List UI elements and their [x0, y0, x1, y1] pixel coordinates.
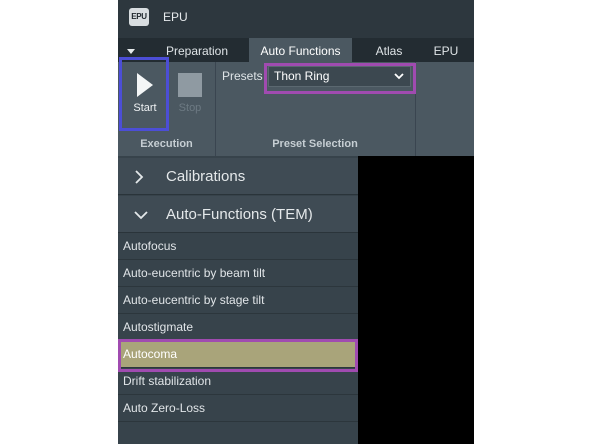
section-auto-functions-tem[interactable]: Auto-Functions (TEM) — [118, 196, 358, 233]
section-calibrations[interactable]: Calibrations — [118, 158, 358, 195]
tab-menu-dropdown-icon[interactable] — [124, 44, 138, 58]
list-item-autofocus[interactable]: Autofocus — [118, 233, 358, 260]
list-item-label: Auto Zero-Loss — [123, 401, 206, 415]
autocoma-highlight — [118, 339, 358, 372]
execution-group-label: Execution — [140, 138, 193, 150]
epu-logo-icon: EPU — [129, 8, 149, 26]
list-item-auto-eucentric-stage-tilt[interactable]: Auto-eucentric by stage tilt — [118, 287, 358, 314]
list-item-label: Auto-eucentric by stage tilt — [123, 293, 265, 307]
list-item-auto-zero-loss[interactable]: Auto Zero-Loss — [118, 395, 358, 422]
title-bar: EPU EPU — [118, 0, 474, 38]
section-label: Auto-Functions (TEM) — [166, 206, 313, 223]
presets-dropdown-highlight — [264, 63, 416, 94]
stop-label: Stop — [178, 102, 202, 114]
sidebar: Calibrations Auto-Functions (TEM) Autofo… — [118, 156, 358, 444]
tab-auto-functions[interactable]: Auto Functions — [249, 38, 352, 62]
list-item-drift-stabilization[interactable]: Drift stabilization — [118, 368, 358, 395]
stop-button[interactable]: Stop — [170, 65, 210, 131]
stop-icon — [178, 73, 202, 97]
chevron-right-icon — [135, 170, 144, 184]
list-item-label: Auto-eucentric by beam tilt — [123, 266, 266, 280]
list-item-autostigmate[interactable]: Autostigmate — [118, 314, 358, 341]
preset-selection-group-label: Preset Selection — [272, 138, 358, 150]
tab-bar: Preparation Auto Functions Atlas EPU — [118, 38, 474, 62]
app-title: EPU — [163, 10, 188, 24]
list-item-auto-eucentric-beam-tilt[interactable]: Auto-eucentric by beam tilt — [118, 260, 358, 287]
start-button-highlight — [119, 57, 169, 131]
presets-label: Presets — [222, 69, 263, 83]
list-item-label: Autostigmate — [123, 320, 194, 334]
tab-atlas[interactable]: Atlas — [360, 38, 418, 62]
chevron-down-icon — [134, 211, 148, 220]
epu-window: EPU EPU Preparation Auto Functions Atlas… — [118, 0, 474, 444]
list-item-label: Autofocus — [123, 239, 177, 253]
image-view-area — [358, 156, 474, 444]
section-label: Calibrations — [166, 168, 246, 185]
list-item-label: Drift stabilization — [123, 374, 212, 388]
tab-epu[interactable]: EPU — [424, 38, 468, 62]
